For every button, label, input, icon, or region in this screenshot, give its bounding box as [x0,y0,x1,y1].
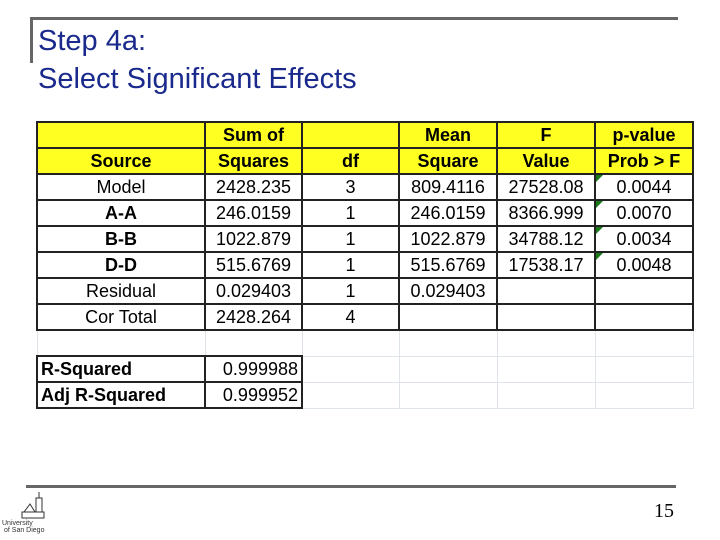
value-cell: 8366.999 [496,199,596,227]
value-cell: 17538.17 [496,251,596,279]
value-cell [496,277,596,305]
value-cell: 515.6769 [204,251,303,279]
empty-cell [301,329,400,357]
table-row: D-D 515.6769 1 515.6769 17538.17 0.0048 [36,251,694,279]
value-cell: 0.029403 [398,277,498,305]
fit-row: Adj R-Squared 0.999952 [36,381,694,409]
spacer-row [36,329,694,357]
title-line-2: Select Significant Effects [38,63,357,95]
empty-cell [594,329,694,357]
value-cell [594,277,694,305]
value-cell: 809.4116 [398,173,498,201]
header-row: Sum of Mean Fp-value [36,121,694,149]
value-cell: 27528.08 [496,173,596,201]
value-cell: 1 [301,277,400,305]
value-cell: 0.0070 [594,199,694,227]
column-header [301,121,400,149]
value-cell: 1022.879 [204,225,303,253]
fit-row: R-Squared 0.999988 [36,355,694,383]
value-cell: 246.0159 [204,199,303,227]
column-header: Sum of [204,121,303,149]
value-cell [496,303,596,331]
column-header [36,121,206,149]
title-line-1: Step 4a: [38,25,147,57]
value-cell [398,303,498,331]
value-cell: 515.6769 [398,251,498,279]
empty-cell [496,381,596,409]
empty-cell [398,329,498,357]
source-cell: A-A [36,199,206,227]
empty-cell [204,329,303,357]
fit-label: Adj R-Squared [36,381,206,409]
value-cell: 0.0048 [594,251,694,279]
column-header: Source [36,147,206,175]
column-header: Squares [204,147,303,175]
column-header: Prob > F [594,147,694,175]
column-header: Mean [398,121,498,149]
column-header: Square [398,147,498,175]
empty-cell [496,329,596,357]
value-cell: 4 [301,303,400,331]
column-header: Value [496,147,596,175]
anova-table: Sum of Mean Fp-value Source Squares df Square V… [36,121,694,409]
title-rule-left [30,17,33,63]
value-cell: 0.0044 [594,173,694,201]
column-header: F [496,121,596,149]
slide-title: Step 4a: Select Significant Effects [38,22,357,98]
value-cell: 1 [301,199,400,227]
empty-cell [36,329,206,357]
column-header: p-value [594,121,694,149]
source-cell: D-D [36,251,206,279]
table-row: B-B 1022.879 1 1022.879 34788.12 0.0034 [36,225,694,253]
svg-text:University: University [2,520,33,527]
fit-value: 0.999988 [204,355,303,383]
empty-cell [398,381,498,409]
fit-value: 0.999952 [204,381,303,409]
svg-text:of San Diego: of San Diego [4,527,45,534]
value-cell: 1 [301,251,400,279]
empty-cell [398,355,498,383]
empty-cell [301,381,400,409]
fit-label: R-Squared [36,355,206,383]
empty-cell [594,355,694,383]
value-cell: 1022.879 [398,225,498,253]
table-row: Residual 0.029403 1 0.029403 [36,277,694,305]
value-cell: 34788.12 [496,225,596,253]
value-cell: 0.0034 [594,225,694,253]
empty-cell [496,355,596,383]
value-cell: 3 [301,173,400,201]
value-cell: 246.0159 [398,199,498,227]
source-cell: Model [36,173,206,201]
page-number: 15 [654,500,674,522]
footer-rule [26,485,676,488]
source-cell: Cor Total [36,303,206,331]
empty-cell [301,355,400,383]
table-row: A-A 246.0159 1 246.0159 8366.999 0.0070 [36,199,694,227]
value-cell: 1 [301,225,400,253]
empty-cell [594,381,694,409]
source-cell: B-B [36,225,206,253]
value-cell: 0.029403 [204,277,303,305]
value-cell [594,303,694,331]
value-cell: 2428.264 [204,303,303,331]
source-cell: Residual [36,277,206,305]
value-cell: 2428.235 [204,173,303,201]
column-header: df [301,147,400,175]
university-logo: University of San Diego [2,492,45,534]
table-row: Cor Total 2428.264 4 [36,303,694,331]
title-rule [30,17,678,20]
header-row: Source Squares df Square Value Prob > F [36,147,694,175]
table-row: Model 2428.235 3 809.4116 27528.08 0.0044 [36,173,694,201]
